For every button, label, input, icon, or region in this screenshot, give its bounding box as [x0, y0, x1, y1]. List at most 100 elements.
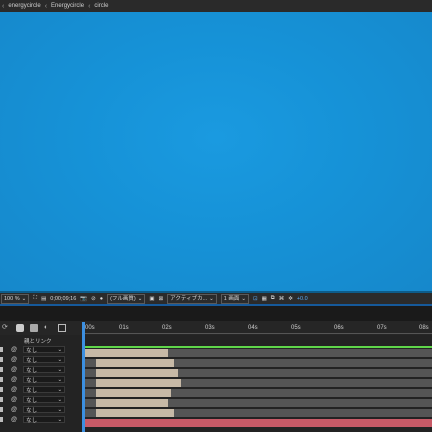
- parent-select[interactable]: なし ⌄: [23, 356, 66, 364]
- layer-in-segment[interactable]: [96, 389, 171, 397]
- chevron-down-icon: ⌄: [209, 295, 214, 302]
- parent-pick-whip-icon[interactable]: @: [11, 367, 17, 373]
- transparency-grid-icon[interactable]: ⊠: [159, 296, 164, 302]
- parent-value: なし: [26, 367, 38, 374]
- breadcrumb-item-energycircle-comp[interactable]: Energycircle: [51, 3, 84, 9]
- parent-pick-whip-icon[interactable]: @: [11, 347, 17, 353]
- breadcrumb-label: Energycircle: [51, 3, 85, 9]
- region-icon[interactable]: ▣: [149, 296, 154, 302]
- parent-select[interactable]: なし ⌄: [23, 406, 66, 414]
- ruler-tick: 03s: [205, 325, 215, 331]
- render-mode-icon[interactable]: ⟳: [2, 324, 10, 332]
- chevron-down-icon: ⌄: [57, 396, 63, 403]
- motion-blur-icon[interactable]: ◐: [44, 324, 52, 332]
- layer-in-segment[interactable]: [96, 409, 175, 417]
- frame-blend-icon[interactable]: [30, 324, 38, 332]
- views-select[interactable]: 1 画面 ⌄: [220, 293, 249, 304]
- parent-pick-whip-icon[interactable]: @: [11, 357, 17, 363]
- parent-pick-whip-icon[interactable]: @: [11, 407, 17, 413]
- camera-select[interactable]: アクティブカ... ⌄: [167, 293, 217, 304]
- graph-editor-icon[interactable]: [58, 324, 66, 332]
- layer-row[interactable]: @ なし ⌄: [0, 375, 82, 384]
- exposure-reset-icon[interactable]: ✲: [288, 296, 293, 302]
- parent-select[interactable]: なし ⌄: [23, 416, 66, 424]
- resolution-select[interactable]: (フル画質) ⌄: [107, 293, 146, 304]
- layer-row[interactable]: @ なし ⌄: [0, 345, 82, 354]
- parent-value: なし: [26, 357, 38, 364]
- parent-pick-whip-icon[interactable]: @: [11, 397, 17, 403]
- layer-duration-bar[interactable]: [84, 379, 432, 387]
- parent-pick-whip-icon[interactable]: @: [11, 417, 17, 423]
- zoom-value: 100 %: [4, 295, 20, 302]
- current-timecode[interactable]: 0;00;09;16: [50, 296, 76, 302]
- layer-duration-bar[interactable]: [84, 369, 432, 377]
- breadcrumb-label: circle: [94, 3, 109, 9]
- visibility-eye-icon[interactable]: [0, 377, 3, 382]
- time-ruler[interactable]: 00s 01s 02s 03s 04s 05s 06s 07s 08s: [82, 321, 432, 335]
- visibility-eye-icon[interactable]: [0, 387, 3, 392]
- layer-in-segment[interactable]: [96, 399, 168, 407]
- layer-row[interactable]: @ なし ⌄: [0, 415, 82, 424]
- parent-value: なし: [26, 417, 38, 424]
- parent-header-label: 親とリンク: [24, 338, 52, 345]
- ruler-tick: 00s: [85, 325, 95, 331]
- layer-row[interactable]: @ なし ⌄: [0, 365, 82, 374]
- fit-icon[interactable]: ⛶: [33, 295, 37, 302]
- layer-duration-bar[interactable]: [84, 389, 432, 397]
- visibility-eye-icon[interactable]: [0, 397, 3, 402]
- draft-3d-icon[interactable]: ▦: [262, 296, 267, 302]
- layer-in-segment[interactable]: [84, 349, 168, 357]
- layer-row[interactable]: @ なし ⌄: [0, 355, 82, 364]
- layer-duration-bar[interactable]: [84, 409, 432, 417]
- layer-in-segment[interactable]: [96, 359, 175, 367]
- visibility-eye-icon[interactable]: [0, 357, 3, 362]
- visibility-eye-icon[interactable]: [0, 407, 3, 412]
- layer-row[interactable]: @ なし ⌄: [0, 385, 82, 394]
- breadcrumb-label: energycircle: [8, 3, 41, 9]
- shy-layers-icon[interactable]: [16, 324, 24, 332]
- parent-pick-whip-icon[interactable]: @: [11, 387, 17, 393]
- viewer-toolbar: 100 % ⌄ ⛶ ▤ 0;00;09;16 📷 ⊘ ● (フル画質) ⌄ ▣ ⊠ …: [0, 293, 432, 304]
- chevron-down-icon: ⌄: [57, 346, 63, 353]
- layer-row[interactable]: @ なし ⌄: [0, 405, 82, 414]
- chevron-down-icon: ⌄: [57, 356, 63, 363]
- visibility-eye-icon[interactable]: [0, 347, 3, 352]
- ruler-tick: 06s: [334, 325, 344, 331]
- parent-select[interactable]: なし ⌄: [23, 396, 66, 404]
- parent-select[interactable]: なし ⌄: [23, 386, 66, 394]
- layer-duration-bar[interactable]: [84, 359, 432, 367]
- parent-value: なし: [26, 397, 38, 404]
- timeline-switches: ⟳ ◐: [0, 321, 82, 335]
- layer-row[interactable]: @ なし ⌄: [0, 395, 82, 404]
- parent-select[interactable]: なし ⌄: [23, 366, 66, 374]
- ruler-tick: 07s: [377, 325, 387, 331]
- resolution-value: (フル画質): [110, 295, 136, 302]
- composition-viewer[interactable]: [0, 12, 432, 291]
- grid-icon[interactable]: ▤: [41, 296, 46, 302]
- parent-select[interactable]: なし ⌄: [23, 376, 66, 384]
- breadcrumb-item-energycircle[interactable]: energycircle: [8, 3, 40, 9]
- ruler-tick: 01s: [119, 325, 129, 331]
- exposure-value[interactable]: +0.0: [297, 296, 308, 302]
- timeline-icon[interactable]: ⧉: [271, 295, 275, 302]
- layer-in-segment[interactable]: [96, 369, 178, 377]
- visibility-eye-icon[interactable]: [0, 367, 3, 372]
- fast-preview-icon[interactable]: ⊡: [253, 296, 258, 302]
- zoom-select[interactable]: 100 % ⌄: [1, 293, 30, 304]
- color-channel-icon[interactable]: ●: [100, 296, 103, 302]
- back-chevron-icon[interactable]: ‹: [2, 3, 4, 10]
- parent-pick-whip-icon[interactable]: @: [11, 377, 17, 383]
- visibility-eye-icon[interactable]: [0, 417, 3, 422]
- layer-duration-bar[interactable]: [84, 419, 432, 427]
- layer-in-segment[interactable]: [96, 379, 182, 387]
- chevron-down-icon: ⌄: [57, 366, 63, 373]
- parent-select[interactable]: なし ⌄: [23, 346, 66, 354]
- flowchart-icon[interactable]: ⌘: [279, 296, 285, 302]
- breadcrumb-item-circle[interactable]: circle: [94, 3, 108, 9]
- layer-duration-bar[interactable]: [84, 399, 432, 407]
- playhead[interactable]: [82, 322, 85, 432]
- snapshot-icon[interactable]: ⊘: [91, 296, 96, 302]
- layer-duration-bar[interactable]: [84, 349, 432, 357]
- camera-icon[interactable]: 📷: [80, 296, 87, 302]
- parent-value: なし: [26, 377, 38, 384]
